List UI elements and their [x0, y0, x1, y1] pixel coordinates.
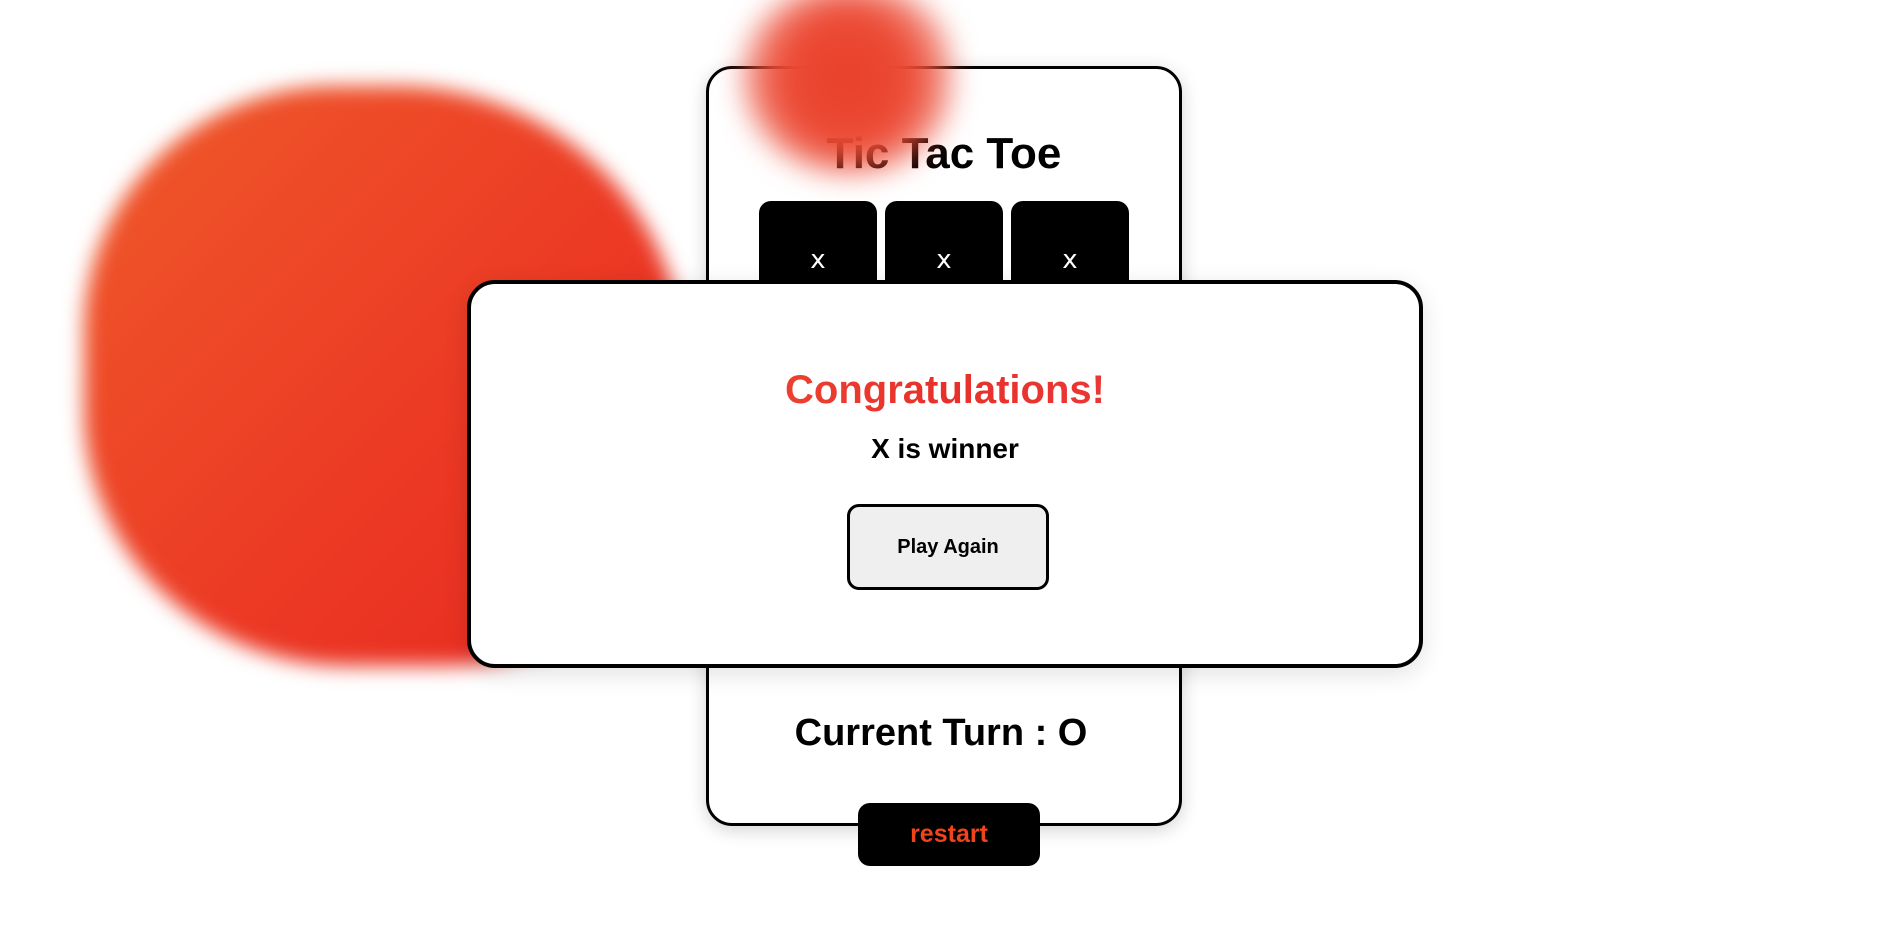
winner-modal: Congratulations! X is winner Play Again — [467, 280, 1423, 668]
winner-message: X is winner — [871, 433, 1019, 464]
current-turn-status: Current Turn : O — [794, 712, 1088, 754]
restart-button[interactable]: restart — [858, 803, 1040, 866]
congratulations-heading: Congratulations! — [471, 368, 1419, 413]
play-again-button[interactable]: Play Again — [847, 504, 1049, 590]
